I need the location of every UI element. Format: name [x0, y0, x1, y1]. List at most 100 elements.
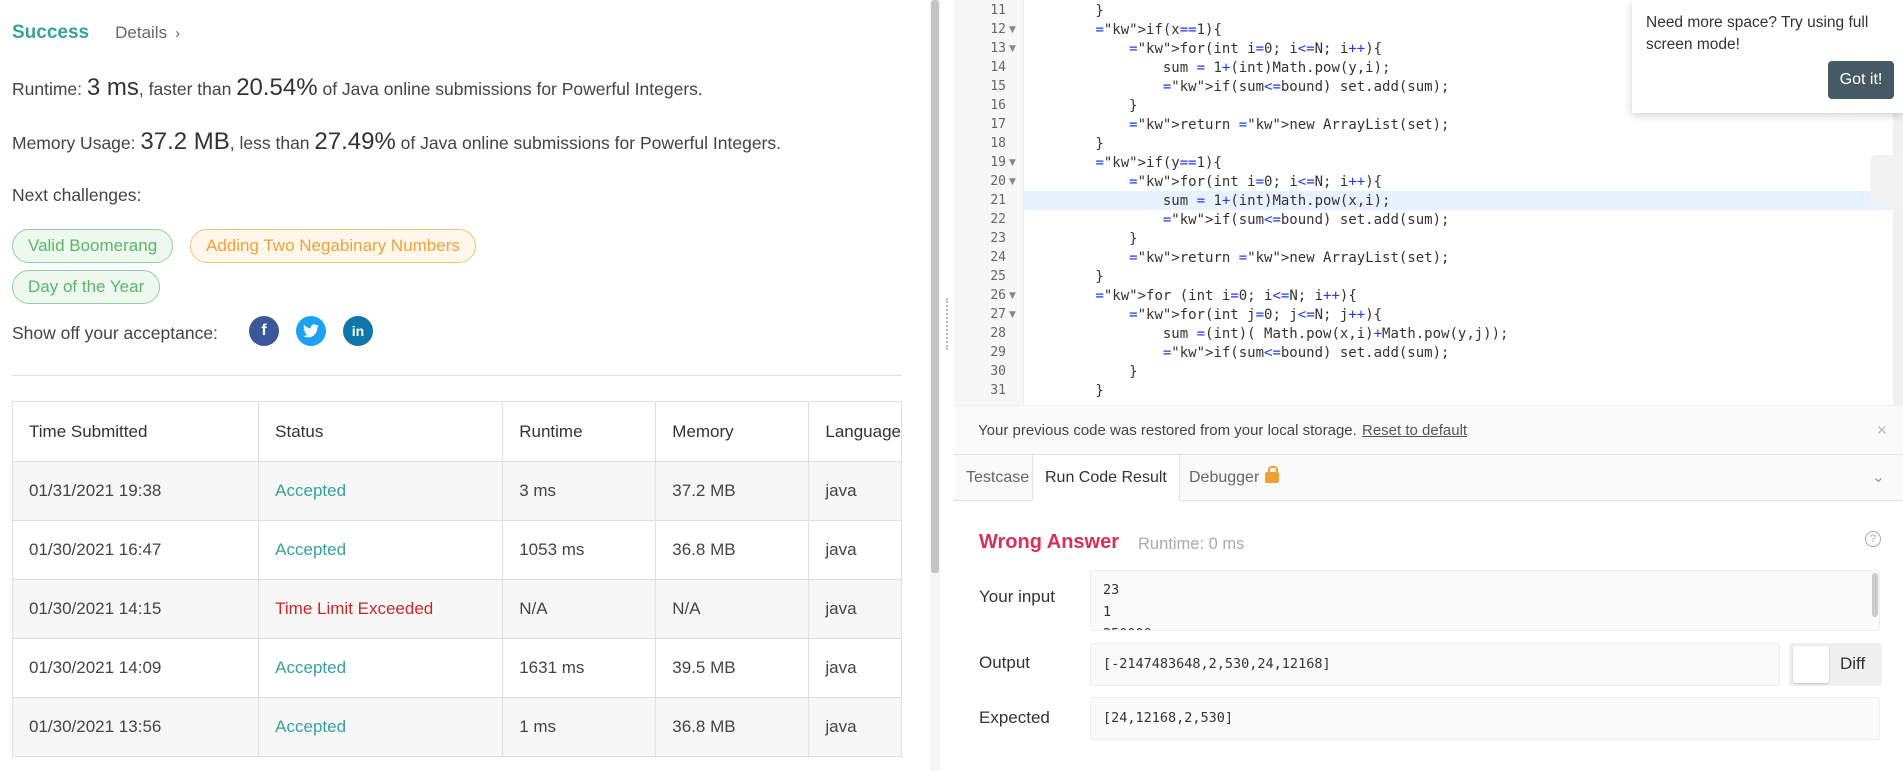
diff-label: Diff	[1840, 654, 1866, 673]
code-line[interactable]: }	[1028, 136, 1103, 152]
code-line[interactable]: ="kw">if(y==1){	[1028, 155, 1221, 171]
divider	[12, 375, 902, 376]
code-line[interactable]: }	[1028, 98, 1137, 114]
col-runtime[interactable]: Runtime	[502, 401, 657, 462]
line-number: 22	[990, 212, 1006, 227]
success-label: Success	[12, 22, 90, 43]
code-line[interactable]: }	[1028, 269, 1103, 285]
code-line[interactable]: }	[1028, 383, 1103, 399]
diff-toggle-knob[interactable]	[1793, 646, 1829, 683]
cell-language: java	[808, 638, 902, 698]
code-line[interactable]: }	[1028, 364, 1137, 380]
cell-status[interactable]: Time Limit Exceeded	[258, 579, 504, 639]
close-icon[interactable]: ×	[1876, 420, 1887, 441]
table-row[interactable]: 01/30/2021 16:47 Accepted 1053 ms 36.8 M…	[11, 520, 902, 580]
got-it-button[interactable]: Got it!	[1828, 61, 1894, 99]
cell-memory: 39.5 MB	[655, 638, 810, 698]
cell-time: 01/30/2021 16:47	[11, 520, 260, 580]
cell-runtime: 1631 ms	[502, 638, 657, 698]
tab-debugger[interactable]: Debugger	[1177, 455, 1291, 501]
tab-run-code-result[interactable]: Run Code Result	[1032, 455, 1180, 502]
console-tabs: Testcase Run Code Result Debugger ⌄	[954, 455, 1903, 502]
code-line[interactable]: ="kw">if(sum<=bound) set.add(sum);	[1028, 79, 1450, 95]
col-time-submitted[interactable]: Time Submitted	[11, 401, 260, 462]
line-number: 29	[990, 345, 1006, 360]
help-icon[interactable]: ?	[1865, 531, 1881, 547]
panel-resize-handle[interactable]	[940, 0, 954, 771]
next-challenges-label: Next challenges:	[12, 185, 142, 205]
challenge-day-of-the-year[interactable]: Day of the Year	[12, 270, 161, 304]
code-line[interactable]: ="kw">if(sum<=bound) set.add(sum);	[1028, 345, 1450, 361]
code-line[interactable]: ="kw">if(sum<=bound) set.add(sum);	[1028, 212, 1450, 228]
table-row[interactable]: 01/31/2021 19:38 Accepted 3 ms 37.2 MB j…	[11, 461, 902, 521]
col-memory[interactable]: Memory	[655, 401, 810, 462]
cell-memory: 37.2 MB	[655, 461, 810, 521]
memory-mid: , less than	[229, 133, 315, 153]
details-link[interactable]: Details ›	[115, 23, 180, 43]
code-line[interactable]: ="kw">for(int j=0; j<=N; j++){	[1028, 307, 1382, 323]
code-line[interactable]: sum =(int)( Math.pow(x,i)+Math.pow(y,j))…	[1028, 326, 1509, 342]
cell-status[interactable]: Accepted	[258, 520, 504, 580]
code-line[interactable]: ="kw">return ="kw">new ArrayList(set);	[1028, 250, 1449, 266]
facebook-icon[interactable]: f	[249, 316, 279, 346]
cell-status[interactable]: Accepted	[258, 697, 504, 757]
side-tab[interactable]	[1870, 155, 1903, 207]
output-label: Output	[979, 653, 1031, 672]
line-number: 23	[990, 231, 1006, 246]
linkedin-icon[interactable]: in	[343, 316, 373, 346]
reset-to-default-link[interactable]: Reset to default	[1362, 422, 1467, 439]
run-code-result: Wrong Answer Runtime: 0 ms ? Your input …	[954, 501, 1903, 771]
fold-arrow-icon[interactable]: ▼	[1009, 291, 1016, 301]
table-row[interactable]: 01/30/2021 13:56 Accepted 1 ms 36.8 MB j…	[11, 697, 902, 757]
cell-language: java	[808, 697, 902, 757]
result-header: Success Details ›	[12, 22, 180, 44]
memory-label: Memory Usage:	[12, 133, 141, 153]
table-row[interactable]: 01/30/2021 14:09 Accepted 1631 ms 39.5 M…	[11, 638, 902, 698]
code-line[interactable]: ="kw">return ="kw">new ArrayList(set);	[1028, 117, 1449, 133]
fold-arrow-icon[interactable]: ▼	[1009, 25, 1016, 35]
fold-arrow-icon[interactable]: ▼	[1009, 158, 1016, 168]
lock-icon	[1265, 466, 1280, 483]
fold-arrow-icon[interactable]: ▼	[1009, 44, 1016, 54]
code-line[interactable]: ="kw">for(int i=0; i<=N; i++){	[1028, 41, 1382, 57]
line-number: 18	[990, 136, 1006, 151]
code-line[interactable]: ="kw">for(int i=0; i<=N; i++){	[1028, 174, 1382, 190]
fullscreen-tip-message: Need more space? Try using full screen m…	[1646, 14, 1869, 53]
line-gutter: 11 12 ▼ 13 ▼ 14 15 16 17 18 19 ▼ 20 ▼ 21 22 23 24 25 26 ▼ 27 ▼…	[954, 0, 1024, 405]
challenge-valid-boomerang[interactable]: Valid Boomerang	[12, 229, 174, 263]
fold-arrow-icon[interactable]: ▼	[1009, 310, 1016, 320]
diff-toggle[interactable]: Diff	[1789, 643, 1882, 686]
line-number: 11	[990, 3, 1006, 18]
code-line[interactable]: }	[1028, 3, 1103, 19]
output-value: [-2147483648,2,530,24,12168]	[1090, 643, 1780, 686]
share-label: Show off your acceptance:	[12, 323, 218, 343]
cell-status[interactable]: Accepted	[258, 461, 504, 521]
fold-arrow-icon[interactable]: ▼	[1009, 177, 1016, 187]
tab-testcase[interactable]: Testcase	[954, 455, 1041, 501]
table-row[interactable]: 01/30/2021 14:15 Time Limit Exceeded N/A…	[11, 579, 902, 639]
col-language[interactable]: Language	[808, 401, 902, 462]
runtime-value: 3 ms	[86, 74, 139, 101]
runtime-stat: Runtime: 3 ms, faster than 20.54% of Jav…	[12, 74, 703, 102]
chevron-down-icon[interactable]: ⌄	[1872, 467, 1885, 487]
memory-value: 37.2 MB	[140, 128, 230, 155]
memory-stat: Memory Usage: 37.2 MB, less than 27.49% …	[12, 128, 781, 156]
left-scrollbar-thumb[interactable]	[931, 0, 939, 573]
code-line[interactable]: ="kw">for (int i=0; i<=N; i++){	[1028, 288, 1356, 304]
line-number: 13	[990, 41, 1006, 56]
challenge-adding-two-negabinary[interactable]: Adding Two Negabinary Numbers	[190, 229, 476, 263]
input-scrollbar[interactable]	[1872, 573, 1878, 617]
code-line[interactable]: sum = 1+(int)Math.pow(y,i);	[1028, 60, 1391, 76]
submissions-table: Time Submitted Status Runtime Memory Lan…	[11, 401, 902, 757]
code-line[interactable]: }	[1028, 231, 1137, 247]
line-number: 25	[990, 269, 1006, 284]
left-scrollbar[interactable]	[930, 0, 940, 771]
code-line[interactable]: ="kw">if(x==1){	[1028, 22, 1221, 38]
line-number: 30	[990, 364, 1006, 379]
cell-runtime: 1053 ms	[502, 520, 657, 580]
code-line[interactable]: sum = 1+(int)Math.pow(x,i);	[1028, 193, 1391, 209]
col-status[interactable]: Status	[258, 401, 504, 462]
runtime-label: Runtime:	[12, 79, 87, 99]
twitter-icon[interactable]	[296, 316, 326, 346]
cell-status[interactable]: Accepted	[258, 638, 504, 698]
